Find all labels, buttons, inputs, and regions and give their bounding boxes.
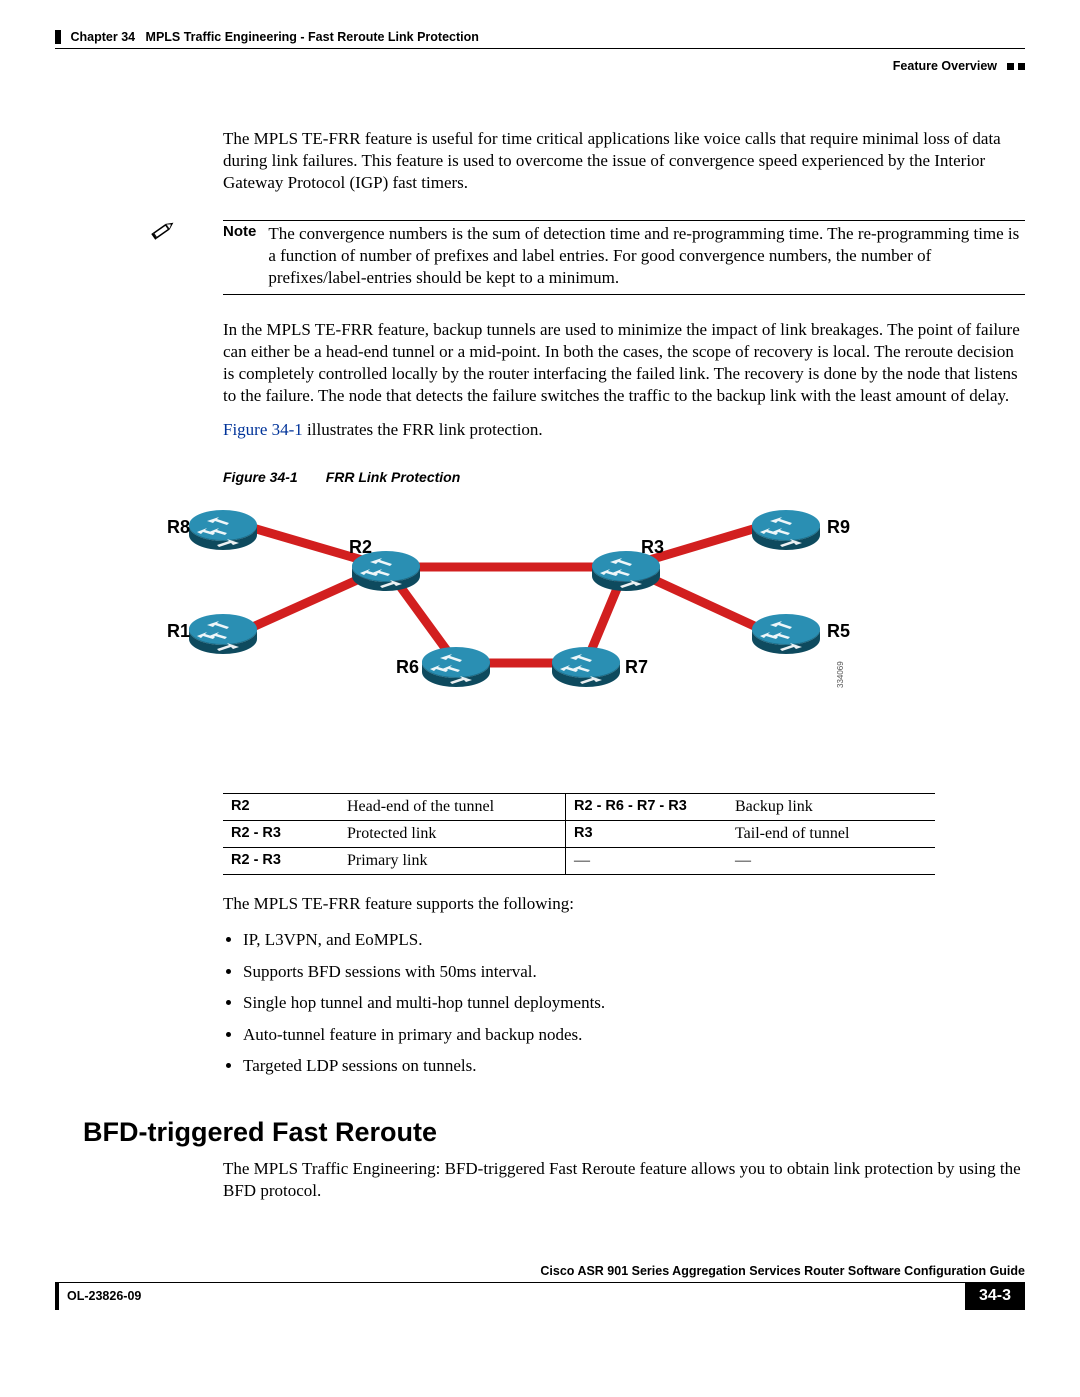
figure-caption: Figure 34-1 FRR Link Protection [163, 469, 1025, 485]
list-item: Single hop tunnel and multi-hop tunnel d… [243, 990, 1025, 1016]
note-label: Note [223, 223, 256, 289]
chapter-title: MPLS Traffic Engineering - Fast Reroute … [146, 30, 479, 44]
figure-number: Figure 34-1 [223, 469, 298, 485]
chapter-number: Chapter 34 [71, 30, 136, 44]
footer-doc-id: OL-23826-09 [55, 1282, 965, 1310]
svg-text:R6: R6 [396, 657, 419, 677]
list-item: IP, L3VPN, and EoMPLS. [243, 927, 1025, 953]
body-paragraph: The MPLS TE-FRR feature is useful for ti… [223, 128, 1025, 194]
note-text: The convergence numbers is the sum of de… [268, 223, 1025, 289]
body-paragraph: The MPLS Traffic Engineering: BFD-trigge… [223, 1158, 1025, 1202]
svg-text:R9: R9 [827, 517, 850, 537]
svg-text:R3: R3 [641, 537, 664, 557]
list-item: Auto-tunnel feature in primary and backu… [243, 1022, 1025, 1048]
svg-text:R8: R8 [167, 517, 190, 537]
body-paragraph: In the MPLS TE-FRR feature, backup tunne… [223, 319, 1025, 407]
list-item: Targeted LDP sessions on tunnels. [243, 1053, 1025, 1079]
body-paragraph: Figure 34-1 illustrates the FRR link pro… [223, 419, 1025, 441]
section-name: Feature Overview [893, 59, 997, 73]
svg-text:334069: 334069 [836, 661, 845, 688]
network-diagram: R8 R1 R2 R3 R6 R7 R9 R5 334069 [163, 493, 853, 703]
chapter-header: Chapter 34 MPLS Traffic Engineering - Fa… [55, 30, 479, 44]
link-table: R2 Head-end of the tunnel R2 - R6 - R7 -… [223, 793, 935, 875]
footer-guide-title: Cisco ASR 901 Series Aggregation Service… [55, 1264, 1025, 1278]
body-paragraph: The MPLS TE-FRR feature supports the fol… [223, 893, 1025, 915]
svg-text:R1: R1 [167, 621, 190, 641]
figure-title: FRR Link Protection [326, 469, 461, 485]
svg-text:R7: R7 [625, 657, 648, 677]
bullet-list: IP, L3VPN, and EoMPLS. Supports BFD sess… [223, 927, 1025, 1079]
page-number: 34-3 [965, 1282, 1025, 1310]
list-item: Supports BFD sessions with 50ms interval… [243, 959, 1025, 985]
svg-text:R5: R5 [827, 621, 850, 641]
section-heading: BFD-triggered Fast Reroute [83, 1117, 1025, 1148]
note-block: Note The convergence numbers is the sum … [148, 216, 1025, 296]
svg-text:R2: R2 [349, 537, 372, 557]
pencil-icon [148, 216, 178, 244]
figure-link[interactable]: Figure 34-1 [223, 420, 303, 439]
